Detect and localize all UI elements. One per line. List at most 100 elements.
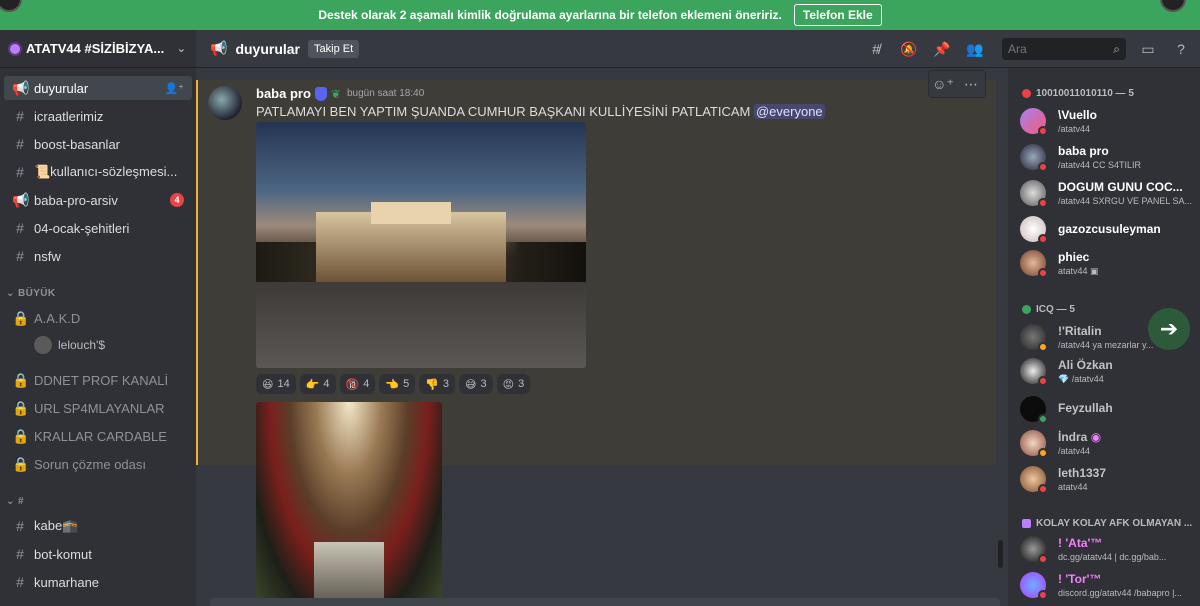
more-options-icon[interactable]: ⋯ (957, 76, 985, 93)
member-item[interactable]: \Vuello /atatv44 (1020, 106, 1196, 140)
banner-message: Destek olarak 2 aşamalı kimlik doğrulama… (318, 8, 782, 22)
search-placeholder: Ara (1008, 42, 1027, 56)
server-header[interactable]: ATATV44 #SİZİBİZYA... ⌄ (0, 30, 196, 68)
hash-icon: # (16, 574, 24, 590)
dnd-status-icon (1038, 162, 1048, 172)
hash-icon: # (16, 136, 24, 152)
channel-kullanici-sozlesmesi[interactable]: # 📜kullanıcı-sözleşmesi... (4, 160, 192, 184)
member-item[interactable]: Ali Özkan 💎 /atatv44 (1020, 356, 1196, 390)
avatar-circle-left (0, 0, 22, 12)
group-title: KOLAY KOLAY AFK OLMAYAN ... (1036, 518, 1193, 529)
channel-label: duyurular (34, 80, 89, 96)
members-icon[interactable]: 👥 (961, 39, 989, 59)
group-title: ICQ — 5 (1036, 304, 1075, 315)
category-buyuk[interactable]: ⌄ BÜYÜK (6, 288, 56, 299)
channel-kabe[interactable]: # kabe🕋 (4, 514, 192, 538)
member-item[interactable]: phiec atatv44 ▣ (1020, 248, 1196, 282)
member-name: Ali Özkan (1058, 358, 1113, 372)
message-input[interactable] (210, 598, 1000, 606)
member-item[interactable]: İndra ◉ /atatv44 (1020, 428, 1196, 462)
channel-icraatlerimiz[interactable]: # icraatlerimiz (4, 104, 192, 128)
voice-channel-aakd[interactable]: 🔒 A.A.K.D (4, 306, 192, 330)
dnd-status-icon (1038, 376, 1048, 386)
reaction[interactable]: 🔞 4 (339, 374, 376, 394)
channel-label: KRALLAR CARDABLE (34, 428, 167, 444)
dnd-status-icon (1038, 590, 1048, 600)
category-hash[interactable]: ⌄ # (6, 496, 24, 507)
channel-nsfw[interactable]: # nsfw (4, 244, 192, 268)
mute-bell-icon[interactable]: 🔕 (895, 39, 923, 59)
add-reaction-icon[interactable]: ☺⁺ (929, 76, 957, 93)
voice-channel-sorun[interactable]: 🔒 Sorun çözme odası (4, 452, 192, 476)
help-icon[interactable]: ? (1167, 39, 1195, 59)
member-status: /atatv44 SXRGU VE PANEL SA... (1058, 196, 1193, 206)
channel-label: DDNET PROF KANALİ (34, 372, 169, 388)
reaction[interactable]: 👉 4 (299, 374, 336, 394)
everyone-mention[interactable]: @everyone (753, 104, 825, 119)
member-item[interactable]: ! 'Ata'™ dc.gg/atatv44 | dc.gg/bab... (1020, 534, 1196, 568)
pin-icon[interactable]: 📌 (928, 39, 956, 59)
dnd-status-icon (1038, 554, 1048, 564)
member-item[interactable]: baba pro /atatv44 CC S4TILIR (1020, 142, 1196, 176)
megaphone-icon: 📢 (210, 40, 228, 56)
palace-roof (371, 202, 451, 224)
voice-channel-url[interactable]: 🔒 URL SP4MLAYANLAR (4, 396, 192, 420)
reaction[interactable]: 👈 5 (379, 374, 416, 394)
member-status: 💎 /atatv44 (1058, 374, 1104, 384)
voice-channel-ddnet[interactable]: 🔒 DDNET PROF KANALİ (4, 368, 192, 392)
member-name: gazozcusuleyman (1058, 222, 1161, 236)
hash-icon: # (16, 518, 24, 534)
online-status-icon (1038, 414, 1048, 424)
search-input[interactable]: Ara ⌕ (1002, 38, 1126, 60)
chevron-down-icon[interactable]: ⌄ (177, 42, 186, 55)
member-item[interactable]: leth1337 atatv44 (1020, 464, 1196, 498)
emoji-icon: 👈 (385, 378, 400, 391)
arrow-right-icon[interactable]: ➔ (1148, 308, 1190, 350)
threads-icon[interactable]: #̸ (862, 39, 890, 59)
reaction[interactable]: 😡 3 (496, 374, 531, 394)
channel-title: duyurular (235, 40, 301, 57)
channel-kumarhane[interactable]: # kumarhane (4, 570, 192, 594)
member-name: baba pro (1058, 144, 1109, 158)
avatar[interactable] (208, 86, 242, 120)
channel-baba-pro-arsiv[interactable]: 📢 baba-pro-arsiv 4 (4, 188, 192, 212)
add-phone-button[interactable]: Telefon Ekle (793, 4, 882, 26)
channel-bot-komut[interactable]: # bot-komut (4, 542, 192, 566)
reaction[interactable]: 👎 3 (419, 374, 456, 394)
voice-user[interactable]: lelouch'$ (34, 336, 105, 354)
emoji-icon: 👎 (425, 378, 439, 391)
channel-label: boost-basanlar (34, 136, 120, 152)
channel-boost-basanlar[interactable]: # boost-basanlar (4, 132, 192, 156)
role-icon (1022, 89, 1031, 98)
member-item[interactable]: DOGUM GUNU COC... /atatv44 SXRGU VE PANE… (1020, 178, 1196, 212)
attachment-image-palace-exterior[interactable] (256, 122, 586, 368)
message-author[interactable]: baba pro (256, 86, 311, 101)
reaction[interactable]: 😆 14 (256, 374, 296, 394)
channel-04-ocak-sehitleri[interactable]: # 04-ocak-şehitleri (4, 216, 192, 240)
search-icon: ⌕ (1113, 41, 1120, 56)
hash-icon: # (16, 164, 24, 180)
dnd-status-icon (1038, 268, 1048, 278)
member-name: Feyzullah (1058, 401, 1113, 415)
message-body: PATLAMAYI BEN YAPTIM ŞUANDA CUMHUR BAŞKA… (256, 104, 751, 119)
channel-duyurular[interactable]: 📢 duyurular 👤⁺ (4, 76, 192, 100)
message-header: baba pro ❦ bugün saat 18:40 (256, 86, 424, 101)
scrollbar[interactable] (998, 540, 1003, 568)
voice-channel-krallar[interactable]: 🔒 KRALLAR CARDABLE (4, 424, 192, 448)
member-name: phiec (1058, 250, 1090, 264)
member-item[interactable]: ! 'Tor'™ discord.gg/atatv44 /babapro |..… (1020, 570, 1196, 604)
attachment-image-palace-interior[interactable] (256, 402, 442, 606)
member-item[interactable]: gazozcusuleyman (1020, 214, 1196, 248)
hash-icon: # (16, 220, 24, 236)
follow-button[interactable]: Takip Et (308, 39, 360, 58)
member-status: dc.gg/atatv44 | dc.gg/bab... (1058, 552, 1167, 562)
channel-label: 04-ocak-şehitleri (34, 220, 130, 236)
member-group-header: ICQ — 5 (1022, 304, 1075, 315)
inbox-icon[interactable]: ▭ (1134, 39, 1162, 59)
reaction[interactable]: 😅 3 (459, 374, 493, 394)
member-item[interactable]: Feyzullah (1020, 394, 1196, 428)
channel-label: icraatlerimiz (34, 108, 104, 124)
add-member-icon[interactable]: 👤⁺ (164, 82, 184, 95)
lock-icon: 🔒 (12, 399, 30, 416)
member-status: /atatv44 (1058, 124, 1091, 134)
